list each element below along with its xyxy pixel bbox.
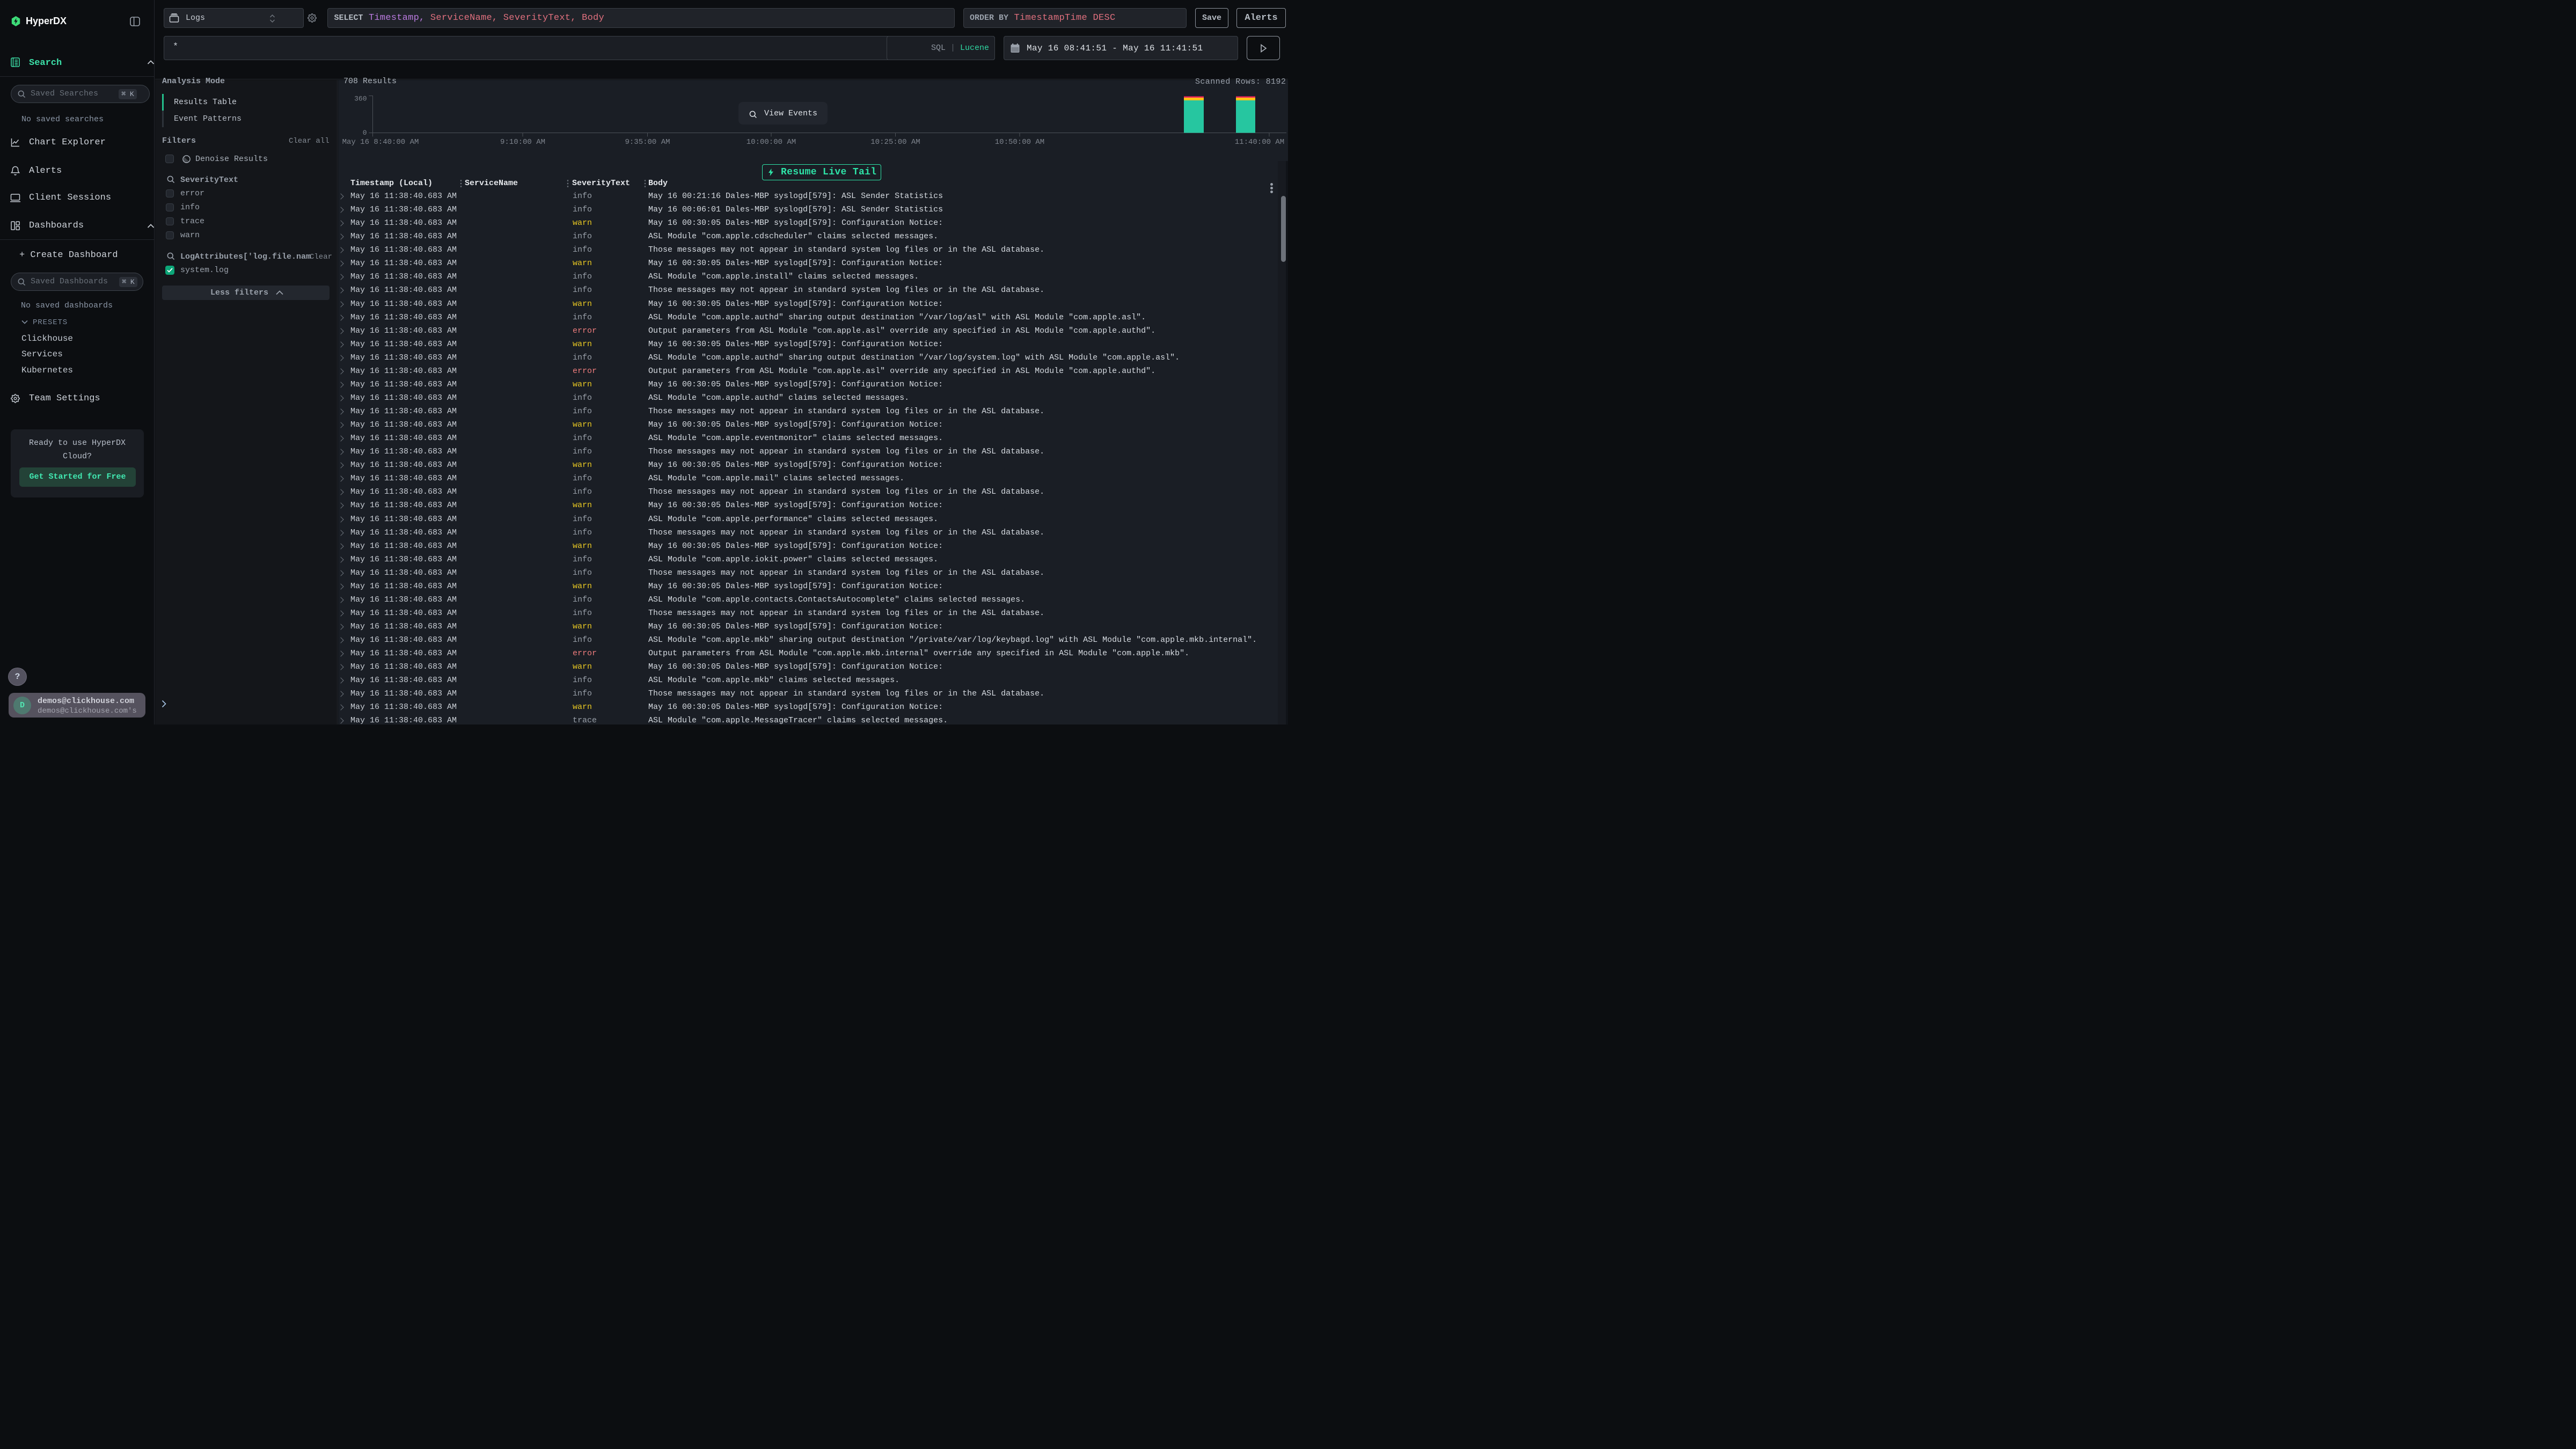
svg-text:9:35:00 AM: 9:35:00 AM (625, 138, 670, 147)
svg-text:11:40:00 AM: 11:40:00 AM (1235, 138, 1284, 147)
svg-text:9:10:00 AM: 9:10:00 AM (500, 138, 545, 147)
svg-text:10:00:00 AM: 10:00:00 AM (747, 138, 796, 147)
svg-text:10:25:00 AM: 10:25:00 AM (870, 138, 920, 147)
svg-text:10:50:00 AM: 10:50:00 AM (995, 138, 1044, 147)
svg-text:0: 0 (363, 129, 367, 137)
svg-text:360: 360 (354, 95, 367, 103)
svg-text:May 16 8:40:00 AM: May 16 8:40:00 AM (342, 138, 419, 147)
